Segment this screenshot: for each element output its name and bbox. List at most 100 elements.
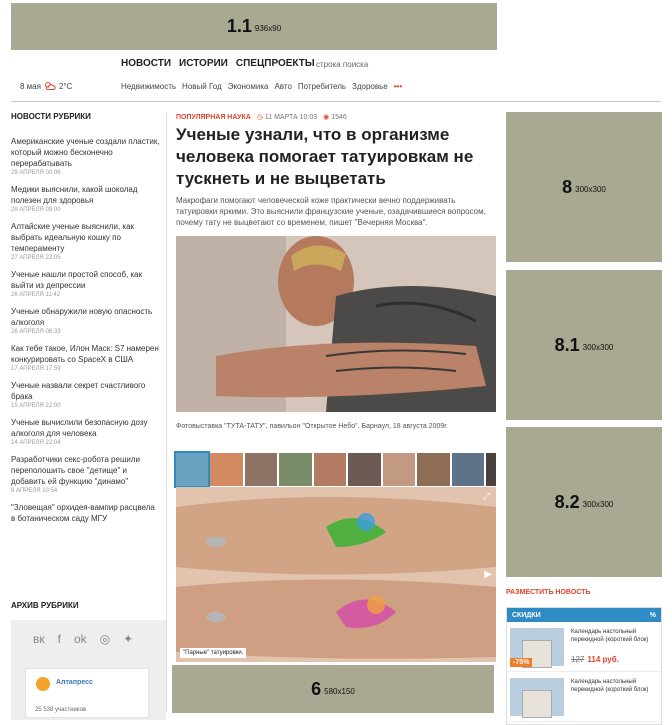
article-title: Ученые узнали, что в организме человека … xyxy=(176,125,474,188)
list-item[interactable]: Как тебе такое, Илон Маск: S7 намерен ко… xyxy=(11,343,161,372)
search-input[interactable]: строка поиска xyxy=(316,60,368,69)
weather-temp: 2°C xyxy=(58,81,73,91)
twitter-icon[interactable]: ✦ xyxy=(123,632,133,646)
ad-id: 6 xyxy=(311,678,322,699)
list-item[interactable]: Медики выяснили, какой шоколад полезен д… xyxy=(11,184,161,213)
subnav-auto[interactable]: Авто xyxy=(274,82,291,91)
gallery-thumb[interactable] xyxy=(313,453,347,486)
gallery-caption: "Парные" татуировки. xyxy=(180,648,247,658)
column-divider xyxy=(166,112,167,712)
product-title[interactable]: Календарь настольный перекидной (коротки… xyxy=(571,678,659,694)
community-widget[interactable]: Алтапресс 25 538 участников xyxy=(25,668,149,718)
news-title[interactable]: "Зловещая" орхидея-вампир расцвела в бот… xyxy=(11,502,161,524)
gallery-main-photo[interactable]: ⤢ ▶ "Парные" татуировки. xyxy=(176,487,496,662)
news-date: 17 АПРЕЛЯ 17:59 xyxy=(11,366,61,372)
subnav-health[interactable]: Здоровье xyxy=(352,82,388,91)
article-date: ◷ 11 МАРТА 10:03 xyxy=(257,113,317,121)
ad-banner-bottom[interactable]: 6 580x150 xyxy=(172,665,494,713)
news-title[interactable]: Ученые вычислили безопасную дозу алкогол… xyxy=(11,417,161,439)
article-lead: Макрофаги помогают человеческой коже пра… xyxy=(176,196,486,227)
news-title[interactable]: Алтайские ученые выяснили, как выбрать и… xyxy=(11,221,161,254)
member-count: 25 538 участников xyxy=(35,707,87,713)
subnav-economy[interactable]: Экономика xyxy=(228,82,269,91)
product-item[interactable]: Календарь настольный перекидной (коротки… xyxy=(507,672,661,722)
article-meta: ПОПУЛЯРНАЯ НАУКА ◷ 11 МАРТА 10:03 ◉ 1546 xyxy=(176,113,347,122)
list-item[interactable]: "Зловещая" орхидея-вампир расцвела в бот… xyxy=(11,502,161,524)
photo-caption: Фотовыставка "ТУТА-ТАТУ", павильон "Откр… xyxy=(176,423,448,430)
weather-widget: 8 мая 2°C xyxy=(20,81,72,91)
discount-widget: СКИДКИ% -75% Календарь настольный переки… xyxy=(506,607,662,725)
list-item[interactable]: Ученые нашли простой способ, как выйти и… xyxy=(11,269,161,298)
news-date: 26 АПРЕЛЯ 08:33 xyxy=(11,329,61,335)
news-title[interactable]: Разработчики секс-робота решили переполо… xyxy=(11,454,161,487)
news-title[interactable]: Как тебе такое, Илон Маск: S7 намерен ко… xyxy=(11,343,161,365)
gallery-thumb[interactable] xyxy=(348,453,381,486)
instagram-icon[interactable]: ◎ xyxy=(100,632,110,646)
ad-banner-top[interactable]: 1.1 936x90 xyxy=(11,3,497,50)
gallery-thumb[interactable] xyxy=(417,453,450,486)
nav-news[interactable]: НОВОСТИ xyxy=(121,58,171,69)
new-price: 114 руб. xyxy=(587,655,619,664)
discount-badge: -75% xyxy=(510,658,533,667)
news-title[interactable]: Ученые обнаружили новую опасность алкого… xyxy=(11,306,161,328)
gallery-thumb[interactable] xyxy=(173,451,211,488)
subnav-realestate[interactable]: Недвижимость xyxy=(121,82,176,91)
ad-banner-right-2[interactable]: 8.1 300x300 xyxy=(506,270,662,420)
ad-banner-right-1[interactable]: 8 300x300 xyxy=(506,112,662,262)
ad-id: 8.1 xyxy=(554,334,580,355)
ad-size: 300x300 xyxy=(582,499,614,509)
product-item[interactable]: -75% Календарь настольный перекидной (ко… xyxy=(507,622,661,672)
gallery-thumbnails xyxy=(173,451,496,488)
subnav-newyear[interactable]: Новый Год xyxy=(182,82,222,91)
gallery-thumb[interactable] xyxy=(382,453,416,486)
clock-icon: ◷ xyxy=(256,114,263,121)
ad-size: 300x300 xyxy=(575,184,606,194)
more-icon[interactable]: ••• xyxy=(394,82,402,91)
ad-id: 8.2 xyxy=(554,491,580,512)
facebook-icon[interactable]: f xyxy=(58,632,61,646)
gallery-thumb[interactable] xyxy=(210,453,243,486)
old-price: 127 xyxy=(571,655,585,664)
divider xyxy=(11,101,661,102)
odnoklassniki-icon[interactable]: ok xyxy=(74,632,87,646)
gallery-thumb[interactable] xyxy=(244,453,278,486)
article-photo[interactable] xyxy=(176,236,496,412)
news-date: 9 АПРЕЛЯ 10:54 xyxy=(11,488,58,494)
ad-banner-right-3[interactable]: 8.2 300x300 xyxy=(506,427,662,577)
tattooed-man-image xyxy=(176,236,496,412)
news-date: 26 АПРЕЛЯ 11:42 xyxy=(11,292,61,298)
gallery-thumb[interactable] xyxy=(486,453,496,486)
altapress-logo-icon xyxy=(36,677,50,691)
gallery-thumb[interactable] xyxy=(279,453,312,486)
views-count: 1546 xyxy=(331,114,347,121)
list-item[interactable]: Ученые обнаружили новую опасность алкого… xyxy=(11,306,161,335)
gallery-thumb[interactable] xyxy=(451,453,485,486)
list-item[interactable]: Ученые вычислили безопасную дозу алкогол… xyxy=(11,417,161,446)
article-views: ◉ 1546 xyxy=(323,113,347,121)
next-arrow-icon[interactable]: ▶ xyxy=(484,569,492,580)
list-item[interactable]: Ученые назвали секрет счастливого брака 1… xyxy=(11,380,161,409)
product-title[interactable]: Календарь настольный перекидной (коротки… xyxy=(571,628,659,644)
news-title[interactable]: Медики выяснили, какой шоколад полезен д… xyxy=(11,184,161,206)
list-item[interactable]: Алтайские ученые выяснили, как выбрать и… xyxy=(11,221,161,261)
article-category[interactable]: ПОПУЛЯРНАЯ НАУКА xyxy=(176,114,251,121)
vk-icon[interactable]: вк xyxy=(33,632,45,646)
news-title[interactable]: Ученые назвали секрет счастливого брака xyxy=(11,380,161,402)
couple-tattoo-image xyxy=(176,487,496,662)
nav-stories[interactable]: ИСТОРИИ xyxy=(179,58,228,69)
news-title[interactable]: Ученые нашли простой способ, как выйти и… xyxy=(11,269,161,291)
news-title[interactable]: Американские ученые создали пластик, кот… xyxy=(11,136,161,169)
discount-title: СКИДКИ xyxy=(512,611,541,619)
share-icon[interactable]: ⤢ xyxy=(483,491,490,502)
list-item[interactable]: Американские ученые создали пластик, кот… xyxy=(11,136,161,176)
community-name: Алтапресс xyxy=(56,679,93,686)
main-nav: НОВОСТИ ИСТОРИИ СПЕЦПРОЕКТЫ xyxy=(121,58,315,69)
subnav-consumer[interactable]: Потребитель xyxy=(298,82,346,91)
product-price: 127 114 руб. xyxy=(571,655,619,664)
archive-link[interactable]: АРХИВ РУБРИКИ xyxy=(11,601,79,610)
product-image xyxy=(510,678,564,718)
place-news-link[interactable]: РАЗМЕСТИТЬ НОВОСТЬ xyxy=(506,589,590,596)
ad-id: 1.1 xyxy=(226,16,252,36)
list-item[interactable]: Разработчики секс-робота решили переполо… xyxy=(11,454,161,494)
nav-specprojects[interactable]: СПЕЦПРОЕКТЫ xyxy=(236,58,315,69)
